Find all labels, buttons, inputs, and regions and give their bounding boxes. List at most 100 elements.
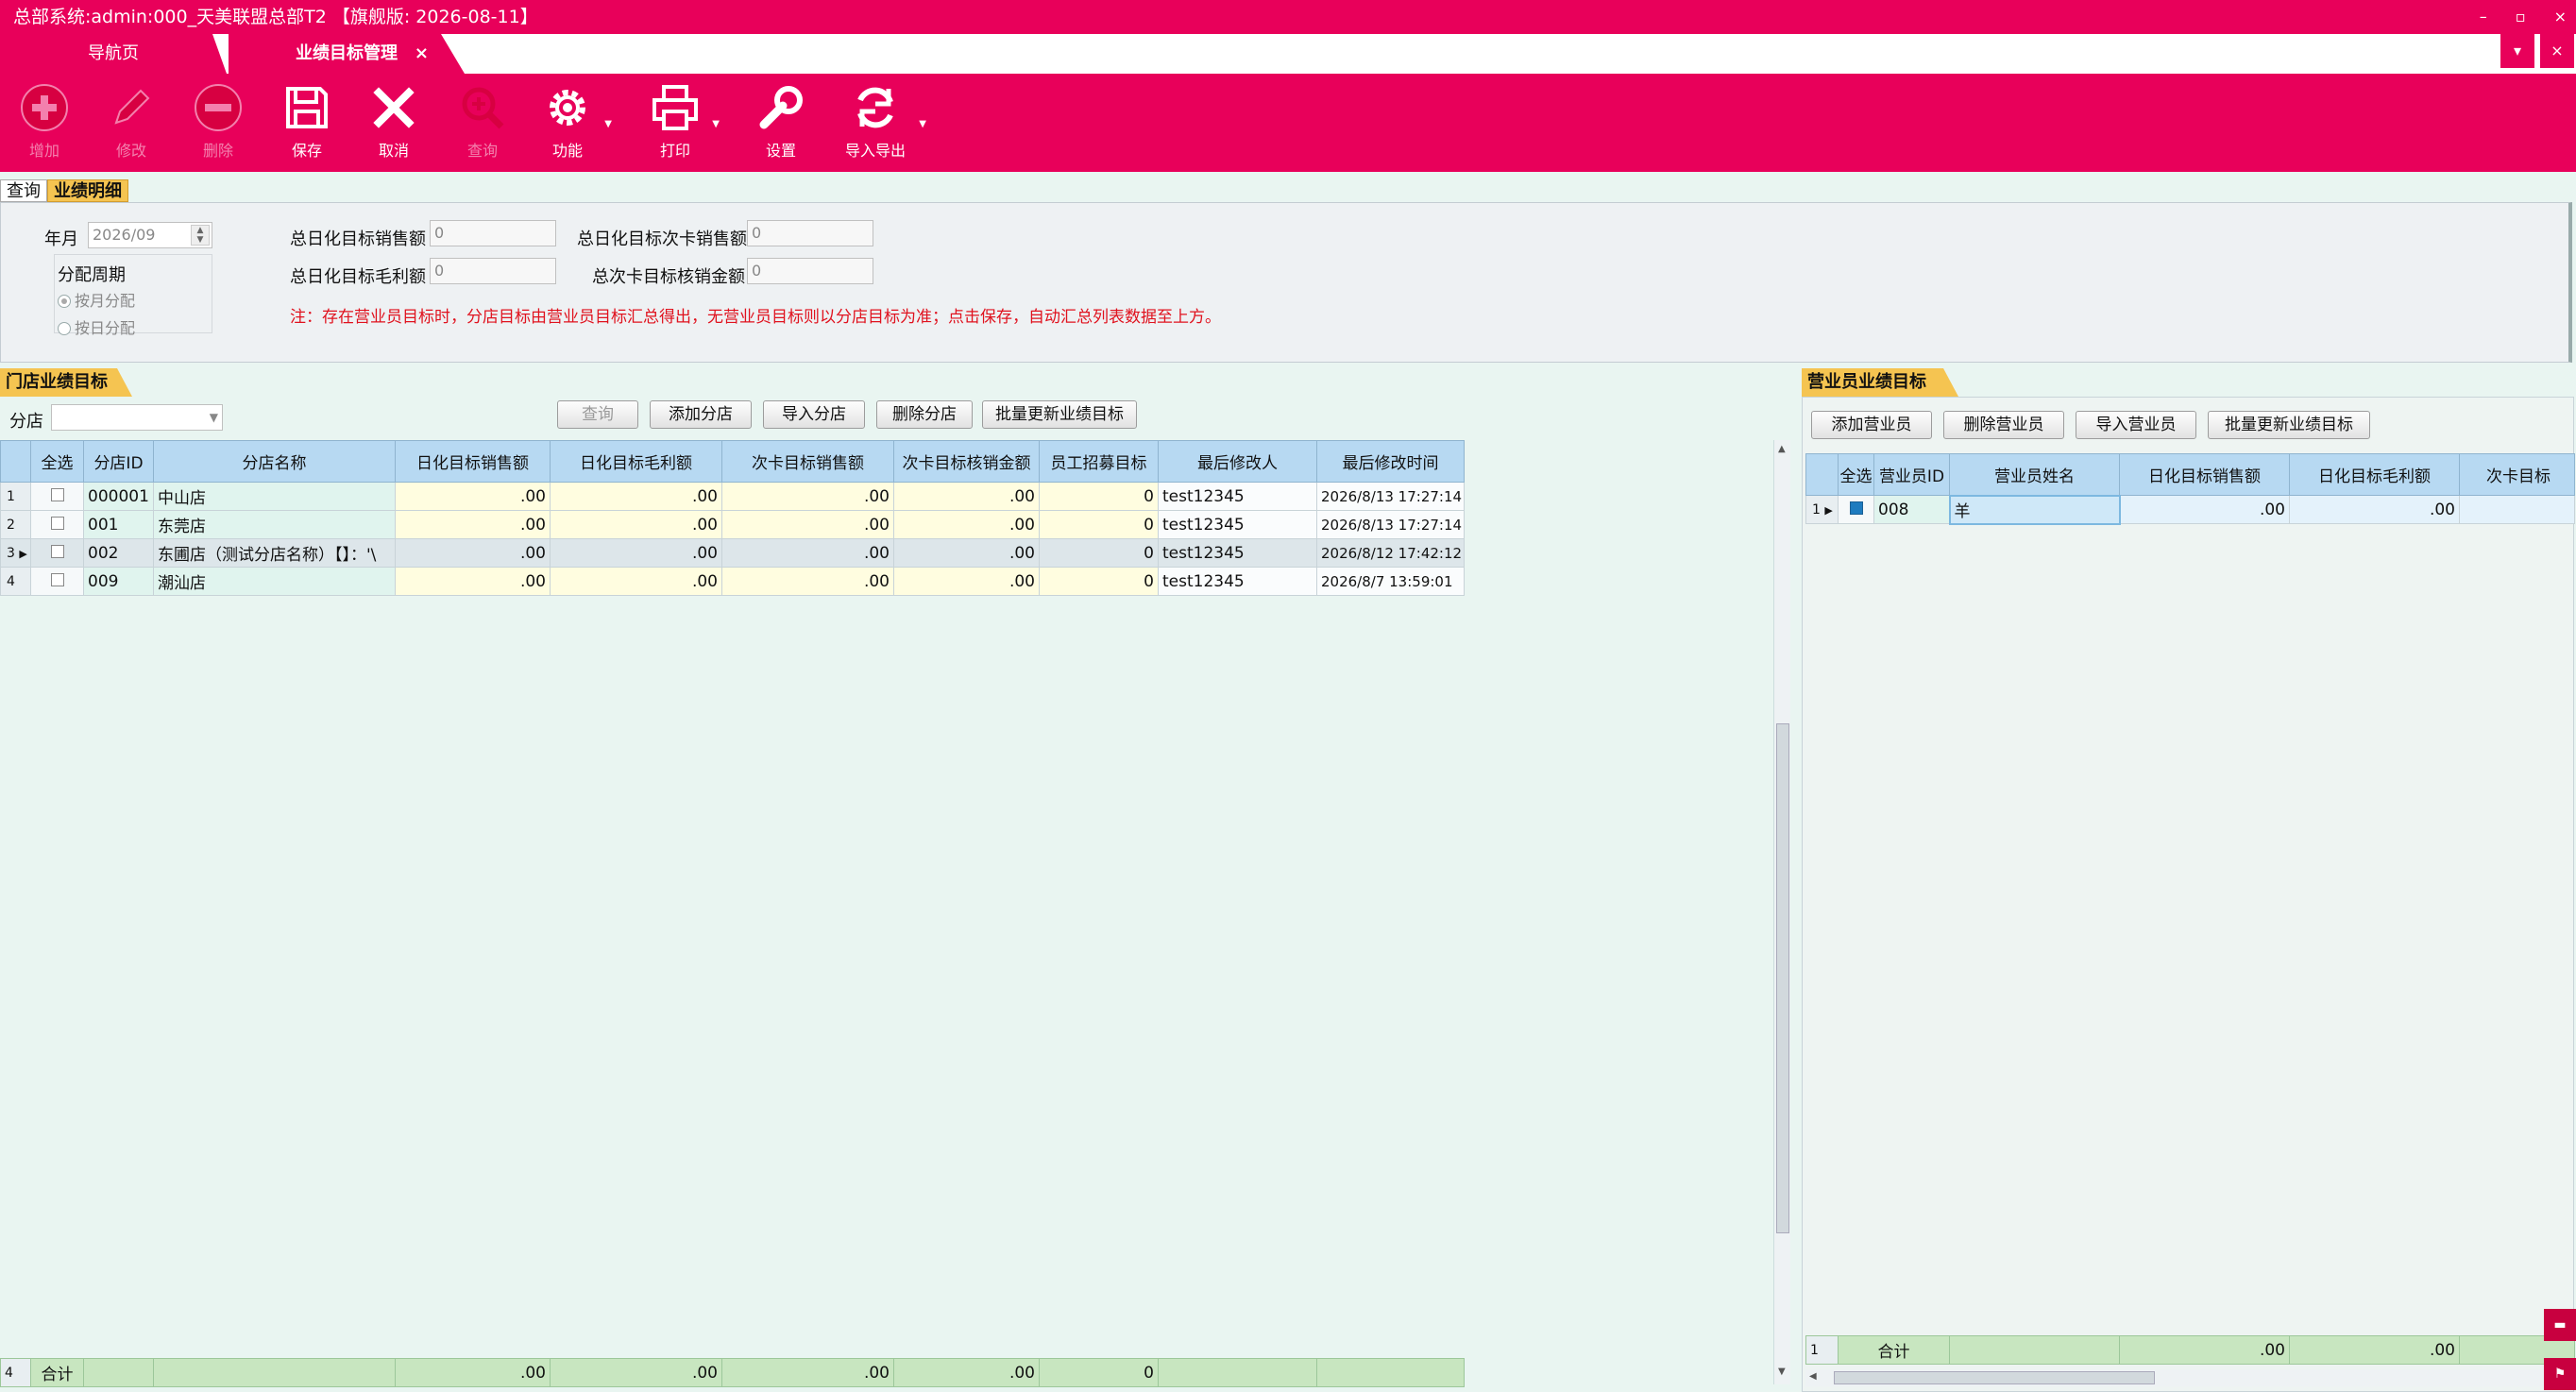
- row-checkbox[interactable]: [30, 538, 84, 568]
- save-button[interactable]: 保存: [274, 83, 340, 170]
- recruit-target-header[interactable]: 员工招募目标: [1039, 440, 1159, 483]
- recruit-cell[interactable]: 0: [1039, 482, 1159, 511]
- card-sales-cell[interactable]: .00: [721, 538, 894, 568]
- scroll-thumb[interactable]: [1776, 723, 1789, 1233]
- total-margin-input[interactable]: 0: [430, 258, 556, 284]
- select-all-header[interactable]: 全选: [30, 440, 84, 483]
- table-row[interactable]: 1 000001 中山店 .00 .00 .00 .00 0 test12345…: [0, 482, 1465, 511]
- sales-target-header[interactable]: 日化目标销售额: [395, 440, 551, 483]
- store-name-header[interactable]: 分店名称: [153, 440, 396, 483]
- period-daily-radio[interactable]: 按日分配: [58, 315, 135, 338]
- tab-detail[interactable]: 业绩明细: [47, 179, 128, 202]
- store-name-cell[interactable]: 中山店: [153, 482, 396, 511]
- table-row[interactable]: 1 ▶ 008 羊 .00 .00: [1805, 494, 2575, 525]
- cancel-button[interactable]: 取消: [361, 83, 427, 170]
- card-verify-cell[interactable]: .00: [893, 482, 1040, 511]
- side-folder-icon[interactable]: ▬: [2544, 1309, 2576, 1341]
- margin-cell[interactable]: .00: [550, 510, 722, 539]
- row-checkbox[interactable]: [30, 510, 84, 539]
- store-id-cell[interactable]: 009: [83, 567, 154, 596]
- store-query-button[interactable]: 查询: [557, 400, 638, 429]
- checkbox-icon[interactable]: [50, 516, 64, 530]
- sales-cell[interactable]: .00: [395, 482, 551, 511]
- tab-close-all-icon[interactable]: ×: [2540, 34, 2574, 68]
- delete-staff-button[interactable]: 删除营业员: [1943, 411, 2064, 439]
- print-dropdown-icon[interactable]: ▼: [712, 119, 720, 129]
- checkbox-icon[interactable]: [50, 572, 64, 586]
- staff-card-cell[interactable]: [2459, 495, 2575, 524]
- checkbox-icon[interactable]: [1849, 501, 1863, 515]
- batch-update-staff-button[interactable]: 批量更新业绩目标: [2208, 411, 2370, 439]
- batch-update-store-button[interactable]: 批量更新业绩目标: [982, 400, 1137, 429]
- margin-target-header[interactable]: 日化目标毛利额: [550, 440, 722, 483]
- store-name-cell[interactable]: 潮汕店: [153, 567, 396, 596]
- row-checkbox[interactable]: [1838, 495, 1874, 524]
- period-monthly-radio[interactable]: 按月分配: [58, 288, 135, 311]
- staff-card-target-header[interactable]: 次卡目标: [2459, 453, 2575, 496]
- staff-grid-horizontal-scrollbar[interactable]: ◀: [1805, 1369, 2561, 1386]
- staff-name-header[interactable]: 营业员姓名: [1949, 453, 2120, 496]
- add-staff-button[interactable]: 添加营业员: [1811, 411, 1932, 439]
- select-all-header[interactable]: 全选: [1838, 453, 1874, 496]
- row-checkbox[interactable]: [30, 482, 84, 511]
- sales-cell[interactable]: .00: [395, 510, 551, 539]
- side-flag-icon[interactable]: ⚑: [2544, 1358, 2576, 1390]
- function-dropdown-icon[interactable]: ▼: [604, 119, 612, 129]
- scroll-down-icon[interactable]: ▼: [1778, 1367, 1786, 1377]
- card-sales-target-header[interactable]: 次卡目标销售额: [721, 440, 894, 483]
- total-card-verify-input[interactable]: 0: [747, 258, 873, 284]
- sales-cell[interactable]: .00: [395, 567, 551, 596]
- staff-margin-cell[interactable]: .00: [2289, 495, 2460, 524]
- function-button[interactable]: 功能 ▼: [534, 83, 612, 170]
- total-sales-input[interactable]: 0: [430, 220, 556, 246]
- recruit-cell[interactable]: 0: [1039, 510, 1159, 539]
- delete-button[interactable]: 删除: [185, 83, 251, 170]
- card-verify-cell[interactable]: .00: [893, 538, 1040, 568]
- staff-id-cell[interactable]: 008: [1873, 495, 1950, 524]
- staff-margin-target-header[interactable]: 日化目标毛利额: [2289, 453, 2460, 496]
- margin-cell[interactable]: .00: [550, 538, 722, 568]
- spinner-icon[interactable]: ▲ ▼: [191, 225, 210, 246]
- card-verify-cell[interactable]: .00: [893, 567, 1040, 596]
- last-modified-time-header[interactable]: 最后修改时间: [1316, 440, 1465, 483]
- card-verify-target-header[interactable]: 次卡目标核销金额: [893, 440, 1040, 483]
- staff-sales-cell[interactable]: .00: [2119, 495, 2290, 524]
- row-checkbox[interactable]: [30, 567, 84, 596]
- card-sales-cell[interactable]: .00: [721, 482, 894, 511]
- total-card-sales-input[interactable]: 0: [747, 220, 873, 246]
- staff-id-header[interactable]: 营业员ID: [1873, 453, 1950, 496]
- card-sales-cell[interactable]: .00: [721, 510, 894, 539]
- add-store-button[interactable]: 添加分店: [650, 400, 752, 429]
- import-store-button[interactable]: 导入分店: [763, 400, 865, 429]
- store-id-cell[interactable]: 001: [83, 510, 154, 539]
- scroll-thumb[interactable]: [1834, 1371, 2155, 1384]
- tab-navigation[interactable]: 导航页: [0, 34, 227, 74]
- table-row-selected[interactable]: 3 ▶ 002 东圃店（测试分店名称）【】：'\ .00 .00 .00 .00…: [0, 538, 1465, 568]
- store-name-cell[interactable]: 东圃店（测试分店名称）【】：'\: [153, 538, 396, 568]
- scroll-left-icon[interactable]: ◀: [1809, 1371, 1817, 1382]
- tab-performance-target[interactable]: 业绩目标管理 ×: [229, 34, 465, 74]
- recruit-cell[interactable]: 0: [1039, 567, 1159, 596]
- margin-cell[interactable]: .00: [550, 567, 722, 596]
- import-staff-button[interactable]: 导入营业员: [2076, 411, 2196, 439]
- tab-menu-dropdown-icon[interactable]: ▾: [2500, 34, 2534, 68]
- store-grid-vertical-scrollbar[interactable]: ▲ ▼: [1773, 440, 1790, 1384]
- last-modifier-header[interactable]: 最后修改人: [1158, 440, 1317, 483]
- settings-button[interactable]: 设置: [748, 83, 814, 170]
- card-sales-cell[interactable]: .00: [721, 567, 894, 596]
- table-row[interactable]: 4 009 潮汕店 .00 .00 .00 .00 0 test12345 20…: [0, 567, 1465, 596]
- card-verify-cell[interactable]: .00: [893, 510, 1040, 539]
- print-button[interactable]: 打印 ▼: [642, 83, 720, 170]
- store-filter-select[interactable]: ▼: [51, 404, 223, 431]
- staff-name-cell[interactable]: 羊: [1948, 494, 2121, 525]
- store-id-header[interactable]: 分店ID: [83, 440, 154, 483]
- table-row[interactable]: 2 001 东莞店 .00 .00 .00 .00 0 test12345 20…: [0, 510, 1465, 539]
- import-export-button[interactable]: 导入导出 ▼: [836, 83, 926, 170]
- sales-cell[interactable]: .00: [395, 538, 551, 568]
- query-button[interactable]: 查询: [449, 83, 516, 170]
- margin-cell[interactable]: .00: [550, 482, 722, 511]
- add-button[interactable]: 增加: [11, 83, 77, 170]
- delete-store-button[interactable]: 删除分店: [876, 400, 973, 429]
- close-window-icon[interactable]: ×: [2554, 0, 2567, 34]
- minimize-icon[interactable]: –: [2480, 0, 2487, 34]
